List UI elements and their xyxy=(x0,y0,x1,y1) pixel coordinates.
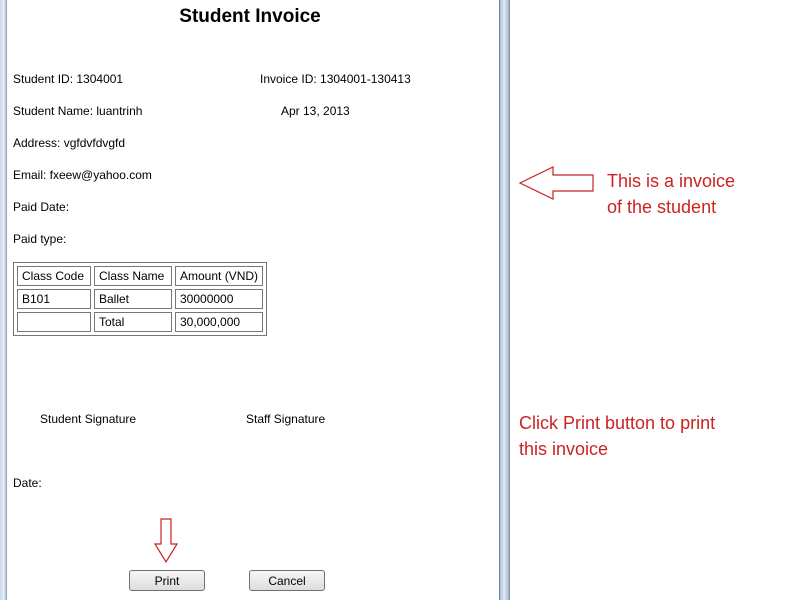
table-header-row: Class Code Class Name Amount (VND) xyxy=(17,266,264,286)
cell-amount: 30000000 xyxy=(175,289,264,309)
email-label: Email: fxeew@yahoo.com xyxy=(13,168,152,182)
invoice-id-label: Invoice ID: 1304001-130413 xyxy=(260,72,411,86)
cell-total-label: Total xyxy=(94,312,172,332)
invoice-title: Student Invoice xyxy=(179,6,321,27)
cell-empty xyxy=(17,312,91,332)
header-class-name: Class Name xyxy=(94,266,172,286)
window-right-border[interactable] xyxy=(499,0,510,600)
header-amount: Amount (VND) xyxy=(175,266,264,286)
print-button[interactable]: Print xyxy=(129,570,205,591)
print-note-line2: this invoice xyxy=(519,439,609,459)
cancel-button[interactable]: Cancel xyxy=(249,570,325,591)
cell-class-name: Ballet xyxy=(94,289,172,309)
student-name-label: Student Name: luantrinh xyxy=(13,104,143,118)
staff-signature-label: Staff Signature xyxy=(246,412,326,426)
left-arrow-icon xyxy=(518,166,594,200)
invoice-items-table: Class Code Class Name Amount (VND) B101 … xyxy=(13,262,268,336)
table-row: B101 Ballet 30000000 xyxy=(17,289,264,309)
invoice-date-label: Apr 13, 2013 xyxy=(281,104,350,118)
cell-class-code: B101 xyxy=(17,289,91,309)
student-id-label: Student ID: 1304001 xyxy=(13,72,124,86)
down-arrow-icon xyxy=(153,518,179,564)
paid-date-label: Paid Date: xyxy=(13,200,70,214)
student-signature-label: Student Signature xyxy=(40,412,137,426)
date-label: Date: xyxy=(13,476,42,490)
cell-total-amount: 30,000,000 xyxy=(175,312,264,332)
header-class-code: Class Code xyxy=(17,266,91,286)
window-left-border xyxy=(0,0,7,600)
paid-type-label: Paid type: xyxy=(13,232,67,246)
address-label: Address: vgfdvfdvgfd xyxy=(13,136,126,150)
table-total-row: Total 30,000,000 xyxy=(17,312,264,332)
print-note-line1: Click Print button to print xyxy=(519,413,716,433)
invoice-note-line1: This is a invoice xyxy=(607,171,736,191)
invoice-note-line2: of the student xyxy=(607,197,717,217)
